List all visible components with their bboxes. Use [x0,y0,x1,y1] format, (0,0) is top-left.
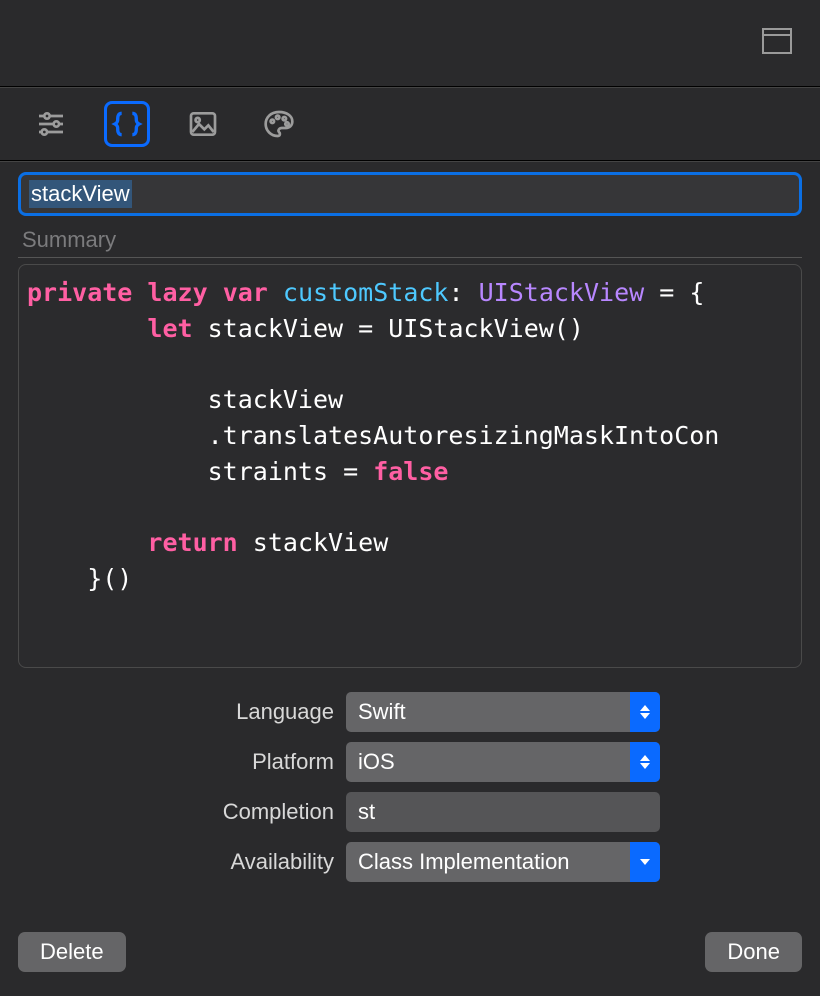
language-select[interactable]: Swift [346,692,660,732]
completion-input[interactable]: st [346,792,660,832]
sliders-icon[interactable] [28,101,74,147]
completion-label: Completion [18,799,334,825]
language-label: Language [18,699,334,725]
braces-icon[interactable] [104,101,150,147]
titlebar [0,0,820,86]
availability-select[interactable]: Class Implementation [346,842,660,882]
image-icon[interactable] [180,101,226,147]
platform-select[interactable]: iOS [346,742,660,782]
done-button[interactable]: Done [705,932,802,972]
chevrons-icon [630,692,660,732]
code-editor[interactable]: private lazy var customStack: UIStackVie… [18,264,802,668]
snippet-title-input[interactable]: stackView [18,172,802,216]
palette-icon[interactable] [256,101,302,147]
snippet-title-value: stackView [29,180,132,208]
window-icon[interactable] [762,28,792,54]
summary-input[interactable]: Summary [18,222,802,258]
platform-label: Platform [18,749,334,775]
delete-button[interactable]: Delete [18,932,126,972]
chevrons-icon [630,742,660,782]
inspector-tabstrip [0,88,820,160]
summary-placeholder: Summary [22,227,116,253]
availability-label: Availability [18,849,334,875]
chevron-down-icon [630,842,660,882]
